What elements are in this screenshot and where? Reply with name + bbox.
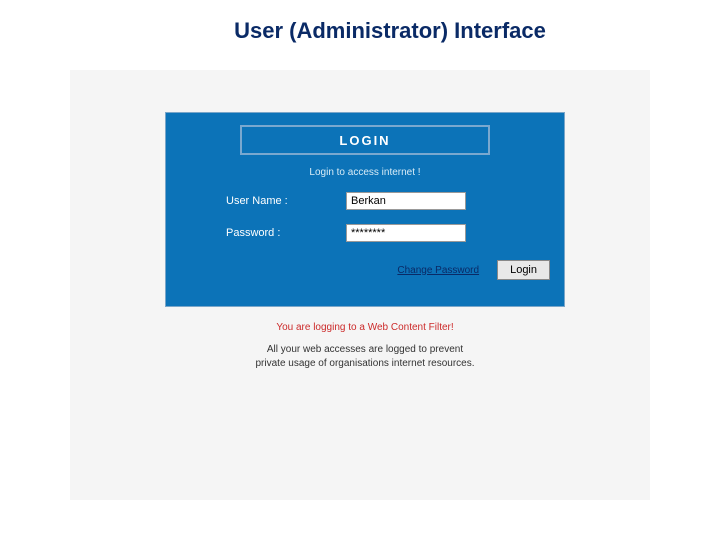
password-label: Password :	[226, 227, 346, 239]
action-row: Change Password Login	[166, 260, 564, 280]
warning-line-2a: All your web accesses are logged to prev…	[165, 343, 565, 357]
username-row: User Name :	[166, 192, 564, 210]
username-input[interactable]	[346, 192, 466, 210]
login-subtitle: Login to access internet !	[166, 167, 564, 178]
login-header: LOGIN	[240, 125, 490, 155]
password-row: Password :	[166, 224, 564, 242]
login-panel: LOGIN Login to access internet ! User Na…	[165, 112, 565, 307]
page-title: User (Administrator) Interface	[60, 0, 720, 52]
login-button[interactable]: Login	[497, 260, 550, 280]
password-input[interactable]	[346, 224, 466, 242]
warning-line-1: You are logging to a Web Content Filter!	[165, 322, 565, 333]
warning-line-2b: private usage of organisations internet …	[165, 357, 565, 371]
change-password-link[interactable]: Change Password	[397, 265, 479, 276]
screenshot-canvas: LOGIN Login to access internet ! User Na…	[70, 70, 650, 500]
warning-block: You are logging to a Web Content Filter!…	[165, 322, 565, 371]
username-label: User Name :	[226, 195, 346, 207]
